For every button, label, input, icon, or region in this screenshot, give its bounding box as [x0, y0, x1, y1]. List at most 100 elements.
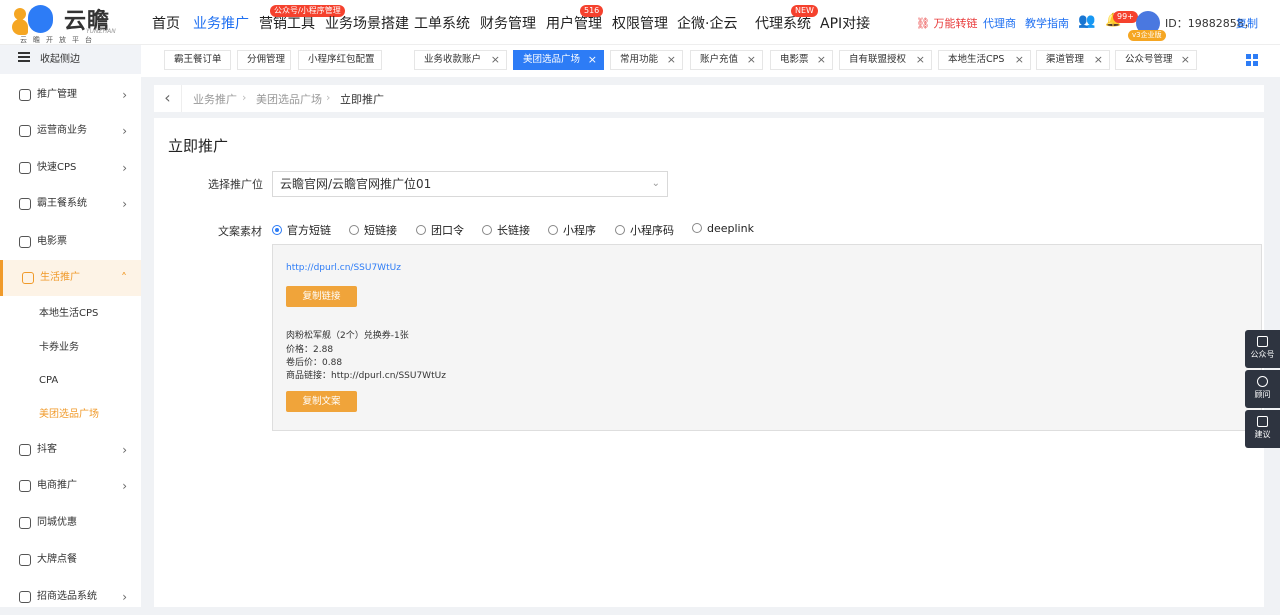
sidebar-item-promo-mgmt[interactable]: 推广管理 ›: [0, 77, 141, 113]
nav-permission[interactable]: 权限管理: [612, 13, 668, 33]
convert-link[interactable]: ⛓ 万能转链: [916, 15, 977, 31]
float-suggestion[interactable]: 建议: [1245, 410, 1280, 448]
close-icon[interactable]: ×: [817, 51, 826, 69]
sidebar-sub-cpa[interactable]: CPA: [0, 364, 141, 398]
sidebar-item-local-deals[interactable]: 同城优惠: [0, 505, 141, 541]
tab-recharge[interactable]: 账户充值 ×: [690, 50, 763, 70]
tab-local-cps[interactable]: 本地生活CPS ×: [938, 50, 1031, 70]
nav-scene-build[interactable]: 业务场景搭建: [325, 13, 409, 33]
sidebar-sub-meituan-plaza[interactable]: 美团选品广场: [0, 398, 141, 432]
tab-channel[interactable]: 渠道管理 ×: [1036, 50, 1110, 70]
close-icon[interactable]: ×: [916, 51, 925, 69]
radio-mini-code[interactable]: 小程序码: [615, 222, 674, 238]
radio-longlink[interactable]: 长链接: [482, 222, 530, 238]
sidebar-collapse[interactable]: 收起侧边: [0, 45, 141, 74]
logo-mark-base: [12, 19, 28, 35]
sidebar-item-merchant-select[interactable]: 招商选品系统 ›: [0, 579, 141, 615]
close-icon[interactable]: ×: [588, 51, 597, 69]
sidebar-item-film[interactable]: 电影票: [0, 224, 141, 260]
material-label: 文案素材: [218, 225, 262, 238]
sidebar-item-douke[interactable]: 抖客 ›: [0, 432, 141, 468]
nav-finance[interactable]: 财务管理: [480, 13, 536, 33]
close-icon[interactable]: ×: [491, 51, 500, 69]
chevron-down-icon: ⌄: [651, 178, 660, 189]
promo-link[interactable]: http://dpurl.cn/SSU7WtUz: [286, 263, 401, 273]
sidebar-item-fast-cps[interactable]: 快速CPS ›: [0, 150, 141, 186]
tab-label: 小程序红包配置: [308, 54, 375, 65]
radio-circle: [272, 225, 282, 235]
sidebar-item-brand-food[interactable]: 大牌点餐: [0, 542, 141, 578]
truck-icon: [19, 162, 31, 174]
meal-icon: [19, 198, 31, 210]
back-arrow-icon[interactable]: ‹: [154, 85, 182, 112]
user-group-icon[interactable]: 👥: [1078, 13, 1095, 29]
shop-icon: [19, 480, 31, 492]
copy-text-button[interactable]: 复制文案: [286, 391, 357, 412]
tab-official-account[interactable]: 公众号管理 ×: [1115, 50, 1197, 70]
tab-bar: 霸王餐订单 分佣管理 小程序红包配置 业务收款账户 × 美团选品广场 × 常用功能 ×…: [141, 45, 1280, 77]
radio-deeplink[interactable]: deeplink: [692, 222, 754, 235]
location-icon: [19, 517, 31, 529]
tab-receive-account[interactable]: 业务收款账户 ×: [414, 50, 507, 70]
nav-wecom[interactable]: 企微·企云: [677, 13, 737, 33]
guide-link[interactable]: 教学指南: [1025, 15, 1069, 31]
chevron-right-icon: ›: [122, 590, 127, 604]
sidebar-item-life[interactable]: 生活推广 ˄: [0, 260, 141, 296]
close-icon[interactable]: ×: [1015, 51, 1024, 69]
close-icon[interactable]: ×: [1181, 51, 1190, 69]
logo-mark-blob: [28, 5, 53, 33]
tab-label: 本地生活CPS: [948, 54, 1005, 65]
close-icon[interactable]: ×: [747, 51, 756, 69]
sidebar-item-label: 霸王餐系统: [37, 198, 87, 209]
chat-icon: [1257, 336, 1268, 347]
radio-label: 官方短链: [287, 224, 331, 237]
nav-api[interactable]: API对接: [820, 13, 870, 33]
tab-commission[interactable]: 分佣管理: [237, 50, 291, 70]
nav-ticket-system[interactable]: 工单系统: [414, 13, 470, 33]
sidebar-collapse-label: 收起侧边: [40, 54, 80, 65]
agent-link[interactable]: 代理商: [983, 15, 1016, 31]
nav-business-promo[interactable]: 业务推广: [193, 13, 249, 33]
radio-miniprogram[interactable]: 小程序: [548, 222, 596, 238]
nav-badge-new: NEW: [791, 5, 818, 17]
radio-group-code[interactable]: 团口令: [416, 222, 464, 238]
float-official-account[interactable]: 公众号: [1245, 330, 1280, 368]
float-advisor[interactable]: 顾问: [1245, 370, 1280, 408]
sidebar-sub-local-cps[interactable]: 本地生活CPS: [0, 297, 141, 331]
brand-sub: 云瞻开放平台: [20, 36, 98, 44]
material-panel: http://dpurl.cn/SSU7WtUz 复制链接 肉粉松军舰（2个）兑…: [272, 244, 1262, 431]
sidebar-item-label: 运营商业务: [37, 125, 87, 136]
tab-meal-orders[interactable]: 霸王餐订单: [164, 50, 231, 70]
close-icon[interactable]: ×: [667, 51, 676, 69]
top-bar: 云瞻 YUNZHAN 云瞻开放平台 首页 业务推广 营销工具 公众号/小程序管理…: [0, 0, 1280, 45]
tab-mini-redpack[interactable]: 小程序红包配置: [298, 50, 382, 70]
nav-home[interactable]: 首页: [152, 13, 180, 33]
sidebar-item-label: 推广管理: [37, 89, 77, 100]
promo-position-select[interactable]: 云瞻官网/云瞻官网推广位01 ⌄: [272, 171, 668, 197]
radio-shortlink[interactable]: 短链接: [349, 222, 397, 238]
tab-common[interactable]: 常用功能 ×: [610, 50, 683, 70]
copy-link-button[interactable]: 复制链接: [286, 286, 357, 307]
edit-icon: [1257, 416, 1268, 427]
float-label: 顾问: [1254, 390, 1271, 399]
sidebar-item-meal[interactable]: 霸王餐系统 ›: [0, 186, 141, 222]
close-icon[interactable]: ×: [1094, 51, 1103, 69]
tab-meituan-plaza[interactable]: 美团选品广场 ×: [513, 50, 604, 70]
grid-menu-icon[interactable]: [1246, 54, 1259, 67]
crumb-meituan[interactable]: 美团选品广场: [256, 91, 322, 107]
radio-official-shortlink[interactable]: 官方短链: [272, 222, 331, 238]
promo-icon: [19, 89, 31, 101]
logo[interactable]: 云瞻 YUNZHAN 云瞻开放平台: [12, 3, 122, 44]
crumb-business[interactable]: 业务推广: [193, 91, 237, 107]
sidebar-sub-coupon[interactable]: 卡券业务: [0, 331, 141, 365]
radio-circle: [482, 225, 492, 235]
sidebar-item-operator[interactable]: 运营商业务 ›: [0, 113, 141, 149]
copy-id-button[interactable]: 复制: [1236, 15, 1258, 31]
crumb-separator: ›: [326, 91, 331, 104]
brand-en: YUNZHAN: [86, 28, 116, 35]
sidebar-item-ecommerce[interactable]: 电商推广 ›: [0, 468, 141, 504]
sidebar-item-label: 电商推广: [37, 480, 77, 491]
tab-alliance-auth[interactable]: 自有联盟授权 ×: [839, 50, 932, 70]
tab-label: 渠道管理: [1046, 54, 1085, 65]
tab-film[interactable]: 电影票 ×: [770, 50, 833, 70]
